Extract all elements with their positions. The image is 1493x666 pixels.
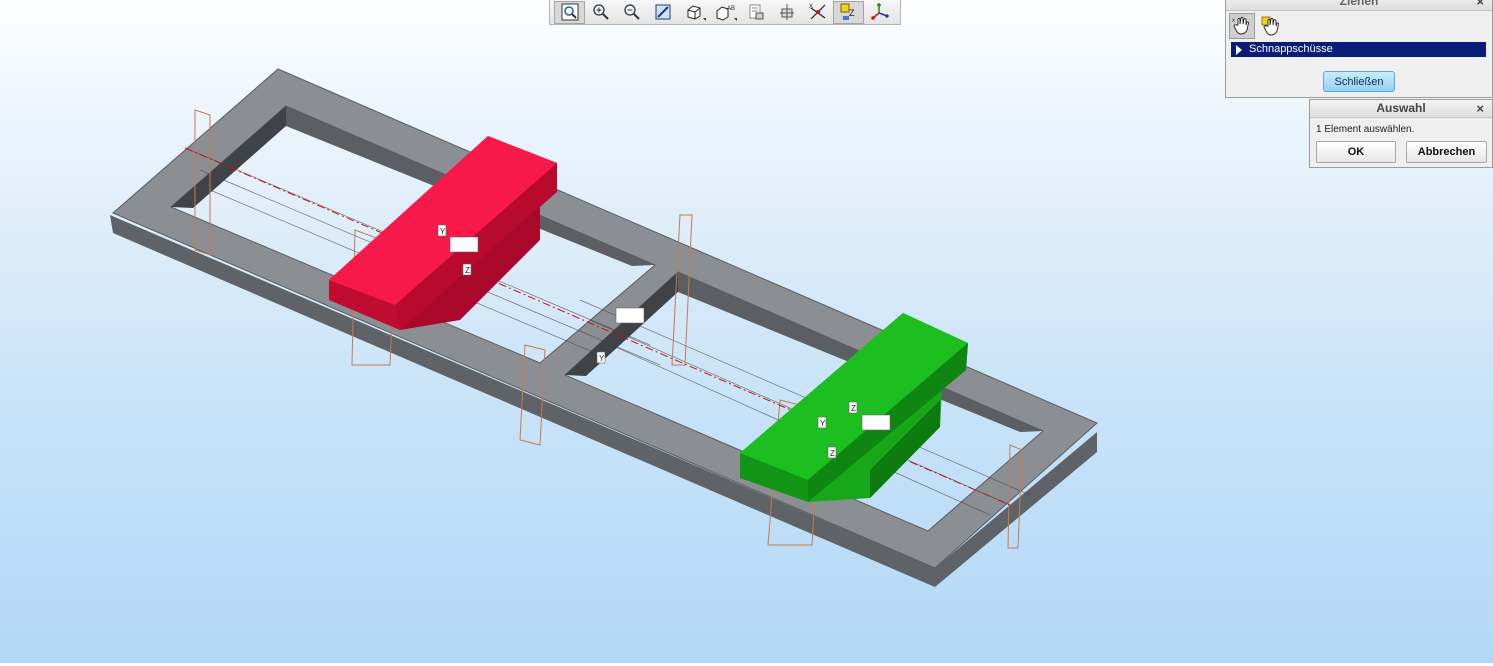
layers-icon — [749, 4, 763, 20]
datum-label: Y — [440, 227, 446, 236]
close-button[interactable]: Schließen — [1323, 71, 1395, 92]
spin-center-icon — [779, 4, 794, 20]
repaint-button[interactable] — [647, 1, 678, 24]
snapshots-item[interactable]: Schnappschüsse — [1231, 42, 1486, 57]
svg-text:Z: Z — [849, 8, 855, 18]
annotation-display-button[interactable]: Z — [833, 0, 864, 24]
spin-center-button[interactable] — [771, 1, 802, 24]
hand-drag-icon: x — [1232, 16, 1249, 35]
drag-component-button[interactable]: x — [1229, 13, 1255, 39]
csys-display-button[interactable] — [864, 1, 895, 24]
drag-snapshot-button[interactable] — [1258, 13, 1284, 39]
display-style-button[interactable] — [678, 1, 709, 24]
expand-arrow-icon — [1236, 44, 1242, 55]
datum-display-button[interactable]: X — [802, 1, 833, 24]
view-toolbar: AB X Z — [549, 0, 901, 25]
csys-icon — [870, 3, 889, 20]
close-icon[interactable]: × — [1476, 100, 1484, 117]
layers-button[interactable] — [740, 1, 771, 24]
datum-display-icon: X — [809, 4, 825, 20]
selection-dialog-title: Auswahl × — [1310, 100, 1492, 118]
cancel-button[interactable]: Abbrechen — [1406, 141, 1487, 163]
datum-label: Z — [830, 449, 835, 458]
selection-dialog: Auswahl × 1 Element auswählen. OK Abbrec… — [1309, 99, 1493, 168]
snapshots-item-label: Schnappschüsse — [1249, 43, 1333, 55]
drag-mode-icons: x — [1226, 11, 1492, 41]
zoom-in-button[interactable] — [585, 1, 616, 24]
datum-label: Z — [851, 404, 856, 413]
ok-button[interactable]: OK — [1316, 141, 1396, 163]
datum-label: Y — [820, 419, 826, 428]
datum-label: Z — [465, 266, 470, 275]
display-style-icon — [687, 5, 700, 20]
zoom-out-icon — [623, 4, 640, 20]
drag-panel: Ziehen × x Schnappschüsse Schließen — [1225, 0, 1493, 98]
3d-model-view[interactable]: Y Z Y Z Y Z — [0, 0, 1493, 663]
svg-text:x: x — [1232, 18, 1235, 24]
frame-inner-wall — [565, 272, 678, 376]
zoom-fit-icon — [561, 3, 578, 21]
datum-label: Y — [599, 354, 605, 363]
saved-views-icon: AB — [716, 6, 735, 21]
close-icon[interactable]: × — [1476, 0, 1484, 10]
hand-snapshot-icon — [1261, 16, 1279, 36]
annotation-display-icon: Z — [840, 3, 855, 20]
drag-panel-title: Ziehen × — [1226, 0, 1492, 11]
saved-views-button[interactable]: AB — [709, 1, 740, 24]
3d-graphics-window[interactable]: Y Z Y Z Y Z — [0, 0, 1493, 663]
repaint-icon — [655, 4, 670, 20]
svg-text:AB: AB — [727, 6, 735, 12]
zoom-fit-button[interactable] — [554, 0, 585, 24]
svg-text:X: X — [809, 4, 813, 10]
zoom-in-icon — [592, 4, 609, 20]
selection-prompt: 1 Element auswählen. — [1316, 124, 1415, 135]
zoom-out-button[interactable] — [616, 1, 647, 24]
